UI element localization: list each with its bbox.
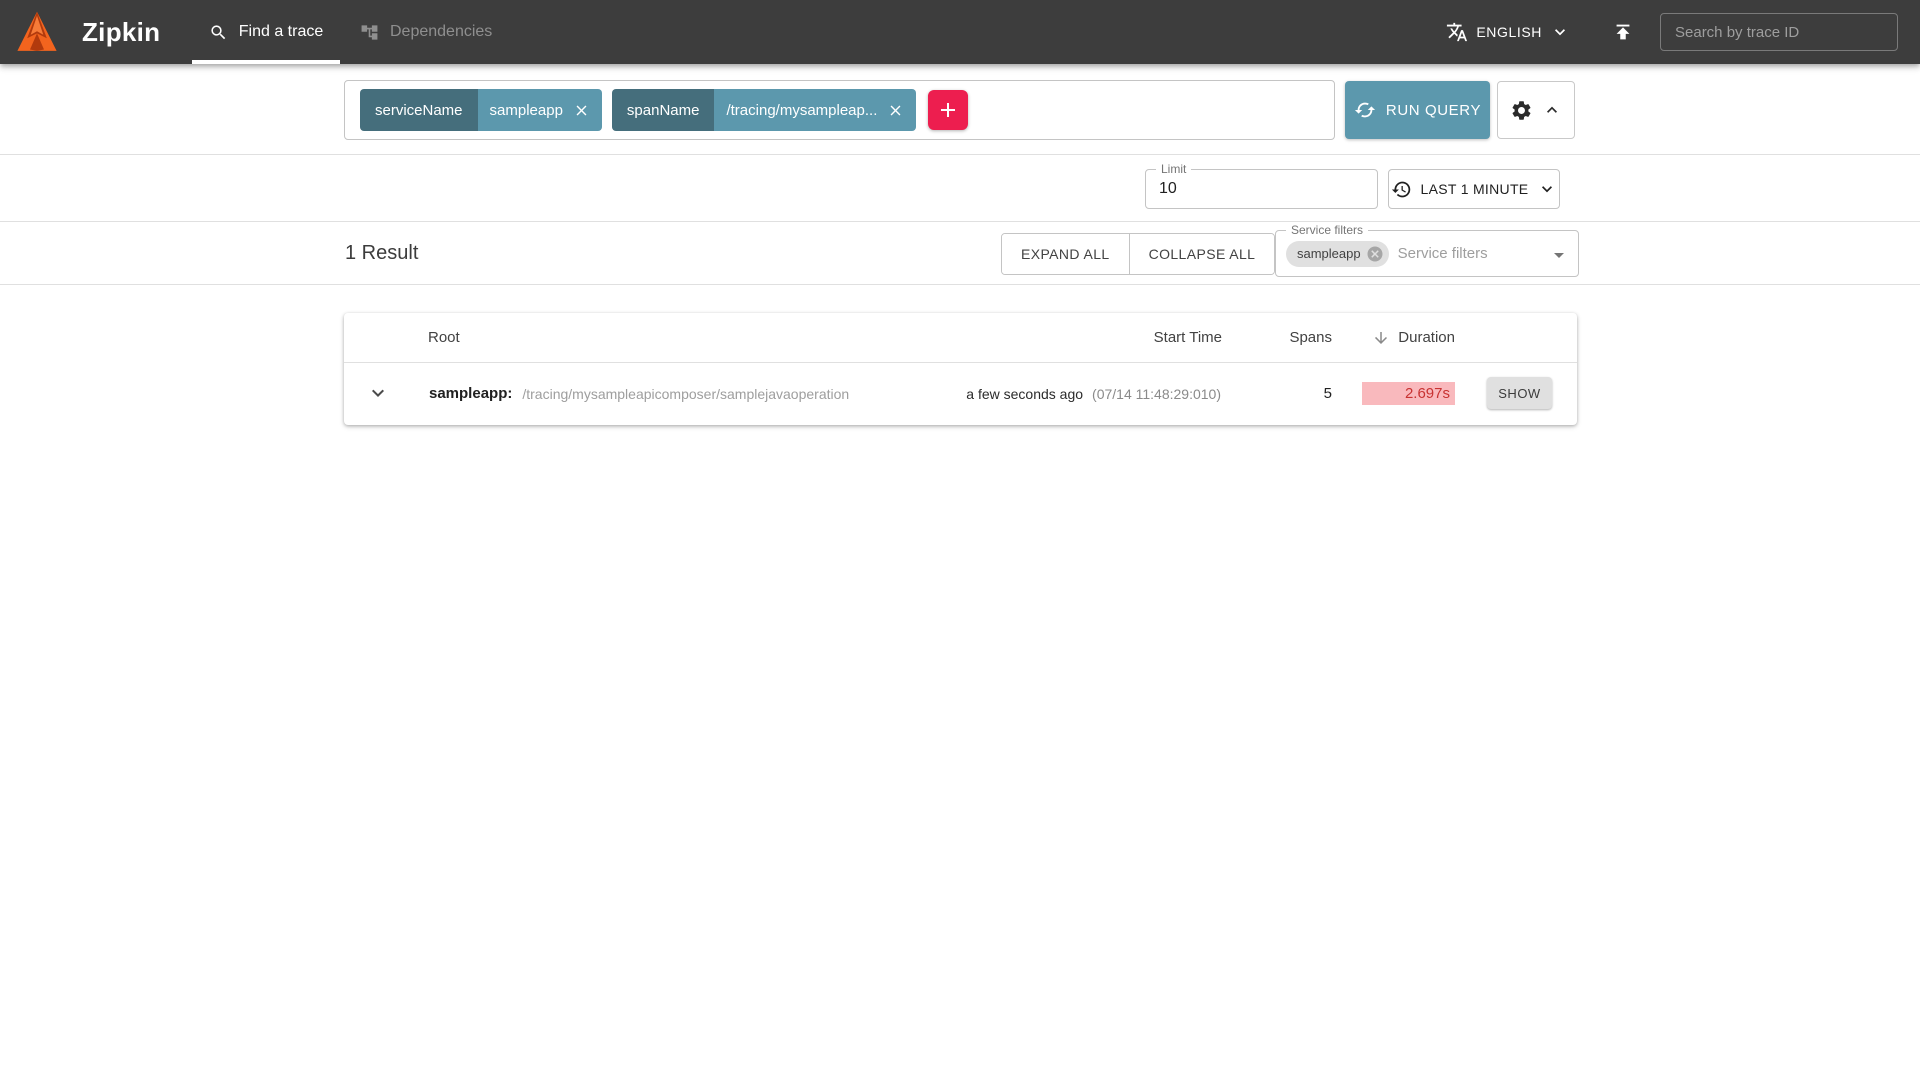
row-start-time-cell: a few seconds ago (07/14 11:48:29:010) xyxy=(966,363,1221,424)
row-duration-bar: 2.697s xyxy=(1362,382,1455,405)
limit-field: Limit xyxy=(1145,169,1378,209)
criterion-key: spanName xyxy=(612,89,715,131)
row-duration-value: 2.697s xyxy=(1405,385,1450,402)
service-filters-field[interactable]: Service filters sampleapp xyxy=(1275,230,1579,277)
query-settings-button[interactable] xyxy=(1497,81,1575,139)
column-root: Root xyxy=(428,313,460,362)
table-row: sampleapp: /tracing/mysampleapicomposer/… xyxy=(344,363,1577,424)
search-section: serviceName sampleapp spanName /tracing/… xyxy=(0,64,1920,155)
service-filters-label: Service filters xyxy=(1286,223,1368,237)
results-header-section: 1 Result EXPAND ALL COLLAPSE ALL Service… xyxy=(0,222,1920,285)
row-span-name: /tracing/mysampleapicomposer/samplejavao… xyxy=(522,386,849,402)
show-trace-button[interactable]: SHOW xyxy=(1487,377,1552,409)
language-label: ENGLISH xyxy=(1476,24,1542,40)
chevron-down-icon xyxy=(366,381,390,405)
expand-collapse-group: EXPAND ALL COLLAPSE ALL xyxy=(1001,233,1275,275)
criterion-key: serviceName xyxy=(360,89,478,131)
sort-descending-icon xyxy=(1372,329,1390,347)
history-icon xyxy=(1391,179,1412,200)
row-root-cell: sampleapp: /tracing/mysampleapicomposer/… xyxy=(429,363,849,424)
chip-delete-icon[interactable] xyxy=(1366,245,1384,263)
close-icon[interactable] xyxy=(573,102,590,119)
criterion-span-name[interactable]: spanName /tracing/mysampleap... xyxy=(612,89,916,131)
tab-dependencies-label: Dependencies xyxy=(390,23,492,41)
dependencies-graph-icon xyxy=(360,23,379,42)
table-header: Root Start Time Spans Duration xyxy=(344,313,1577,363)
app-title: Zipkin xyxy=(82,0,160,64)
run-query-label: RUN QUERY xyxy=(1386,102,1481,119)
chevron-up-icon xyxy=(1542,100,1562,120)
column-start-time: Start Time xyxy=(1154,313,1222,362)
results-card: Root Start Time Spans Duration sampleapp… xyxy=(344,313,1577,425)
add-criterion-button[interactable] xyxy=(928,90,968,130)
search-icon xyxy=(209,23,228,42)
column-spans: Spans xyxy=(1289,313,1332,362)
service-filters-input[interactable] xyxy=(1398,245,1548,262)
trace-id-search-input[interactable] xyxy=(1660,13,1898,51)
row-expand-button[interactable] xyxy=(358,373,398,413)
row-span-count: 5 xyxy=(1324,363,1332,424)
row-start-absolute: (07/14 11:48:29:010) xyxy=(1092,386,1221,402)
language-selector[interactable]: ENGLISH xyxy=(1446,21,1570,43)
lookback-label: LAST 1 MINUTE xyxy=(1421,181,1529,197)
row-start-relative: a few seconds ago xyxy=(966,386,1083,402)
gear-icon xyxy=(1510,99,1533,122)
dropdown-arrow-icon[interactable] xyxy=(1547,243,1571,267)
lookback-button[interactable]: LAST 1 MINUTE xyxy=(1388,169,1560,209)
tab-find-a-trace[interactable]: Find a trace xyxy=(192,0,340,64)
navbar: Zipkin Find a trace Dependencies ENGLISH xyxy=(0,0,1920,64)
query-options-section: Limit LAST 1 MINUTE xyxy=(0,155,1920,222)
tab-find-a-trace-label: Find a trace xyxy=(239,23,323,41)
close-icon[interactable] xyxy=(887,102,904,119)
result-count: 1 Result xyxy=(345,222,418,284)
tab-dependencies[interactable]: Dependencies xyxy=(360,0,492,64)
limit-field-label: Limit xyxy=(1156,162,1191,176)
column-duration[interactable]: Duration xyxy=(1372,313,1455,362)
service-filter-chip[interactable]: sampleapp xyxy=(1286,241,1389,267)
chevron-down-icon xyxy=(1550,22,1570,42)
upload-icon[interactable] xyxy=(1612,21,1634,43)
chevron-down-icon xyxy=(1537,179,1557,199)
run-query-button[interactable]: RUN QUERY xyxy=(1345,81,1490,139)
collapse-all-button[interactable]: COLLAPSE ALL xyxy=(1129,234,1275,274)
service-filter-chip-label: sampleapp xyxy=(1297,246,1361,261)
active-tab-underline xyxy=(192,60,340,64)
translate-icon xyxy=(1446,21,1468,43)
criterion-value: sampleapp xyxy=(490,102,563,119)
refresh-icon xyxy=(1354,99,1376,121)
column-duration-label: Duration xyxy=(1398,329,1455,346)
criterion-value: /tracing/mysampleap... xyxy=(726,102,877,119)
navbar-right-group: ENGLISH xyxy=(1446,0,1898,64)
row-service-name: sampleapp: xyxy=(429,385,512,402)
trace-id-search xyxy=(1660,13,1898,51)
search-criteria-box[interactable]: serviceName sampleapp spanName /tracing/… xyxy=(344,80,1335,140)
criterion-service-name[interactable]: serviceName sampleapp xyxy=(360,89,602,131)
zipkin-logo-icon xyxy=(16,9,58,55)
plus-icon xyxy=(936,98,960,122)
expand-all-button[interactable]: EXPAND ALL xyxy=(1002,234,1129,274)
